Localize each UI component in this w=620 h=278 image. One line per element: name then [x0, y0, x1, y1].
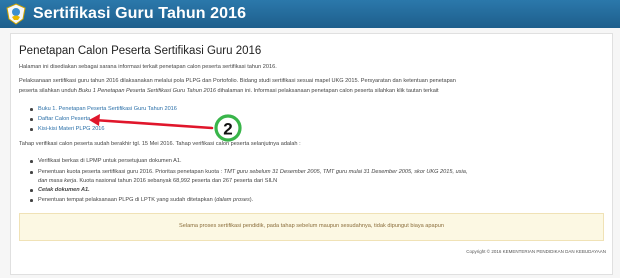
- step-tempat-label: Penentuan tempat pelaksanaan PLPG di LPT…: [38, 197, 217, 203]
- bullet-icon: [30, 128, 33, 131]
- bullet-icon: [30, 108, 33, 111]
- step-kuota: Penentuan kuota peserta sertifikasi guru…: [38, 168, 467, 176]
- link-buku-1[interactable]: Buku 1. Penetapan Peserta Sertifikasi Gu…: [38, 105, 177, 113]
- description-line-1: Pelaksanaan sertifikasi guru tahun 2016 …: [19, 78, 456, 84]
- step-verifikasi: Verifikasi berkas di LPMP untuk persetuj…: [38, 158, 182, 164]
- intro-text: Halaman ini disediakan sebagai sarana in…: [19, 64, 277, 70]
- book-1-mention: Buku 1 Penetapan Peserta Sertifikasi Gur…: [78, 87, 216, 94]
- step-cetak-a1: Cetak dokumen A1.: [38, 187, 90, 193]
- step-tempat-end: ).: [249, 197, 254, 203]
- link-kisi-kisi-plpg[interactable]: Kisi-kisi Materi PLPG 2016: [38, 125, 105, 133]
- header-bar: Sertifikasi Guru Tahun 2016: [0, 0, 620, 28]
- step-kuota-label: Penentuan kuota peserta sertifikasi guru…: [38, 169, 224, 175]
- bullet-icon: [30, 118, 33, 121]
- content-panel: Penetapan Calon Peserta Sertifikasi Guru…: [10, 33, 613, 275]
- step-kuota-priority: TMT guru sebelum 31 Desember 2005, TMT g…: [223, 169, 468, 175]
- description-line-2: peserta silahkan unduh: [19, 87, 79, 94]
- step-kuota-priority-end: dan masa kerja: [38, 178, 77, 184]
- bullet-icon: [30, 171, 33, 174]
- description-line-2-rest: dihalaman ini. Informasi pelaksanaan pen…: [215, 87, 439, 94]
- bullet-icon: [30, 160, 33, 163]
- site-title: Sertifikasi Guru Tahun 2016: [33, 5, 247, 22]
- page-title: Penetapan Calon Peserta Sertifikasi Guru…: [19, 45, 262, 57]
- step-kuota-cont: dan masa kerja. Kuota nasional tahun 201…: [38, 177, 277, 185]
- fee-notice-box: Selama proses sertifikasi pendidik, pada…: [19, 213, 604, 241]
- copyright-text: Copyright © 2016 KEMENTERIAN PENDIDIKAN …: [466, 249, 606, 254]
- description-paragraph: Pelaksanaan sertifikasi guru tahun 2016 …: [19, 77, 603, 96]
- bullet-icon: [30, 189, 33, 192]
- step-kuota-national: . Kuota nasional tahun 2016 sebanyak 68,…: [76, 178, 278, 184]
- fee-notice-text: Selama proses sertifikasi pendidik, pada…: [179, 223, 444, 229]
- step-tempat-status: dalam proses: [216, 197, 250, 203]
- tut-wuri-handayani-logo: [6, 3, 26, 25]
- bullet-icon: [30, 199, 33, 202]
- link-daftar-calon-peserta[interactable]: Daftar Calon Peserta: [38, 115, 90, 123]
- verification-paragraph: Tahap verifikasi calon peserta sudah ber…: [19, 141, 301, 147]
- step-tempat-plpg: Penentuan tempat pelaksanaan PLPG di LPT…: [38, 196, 253, 204]
